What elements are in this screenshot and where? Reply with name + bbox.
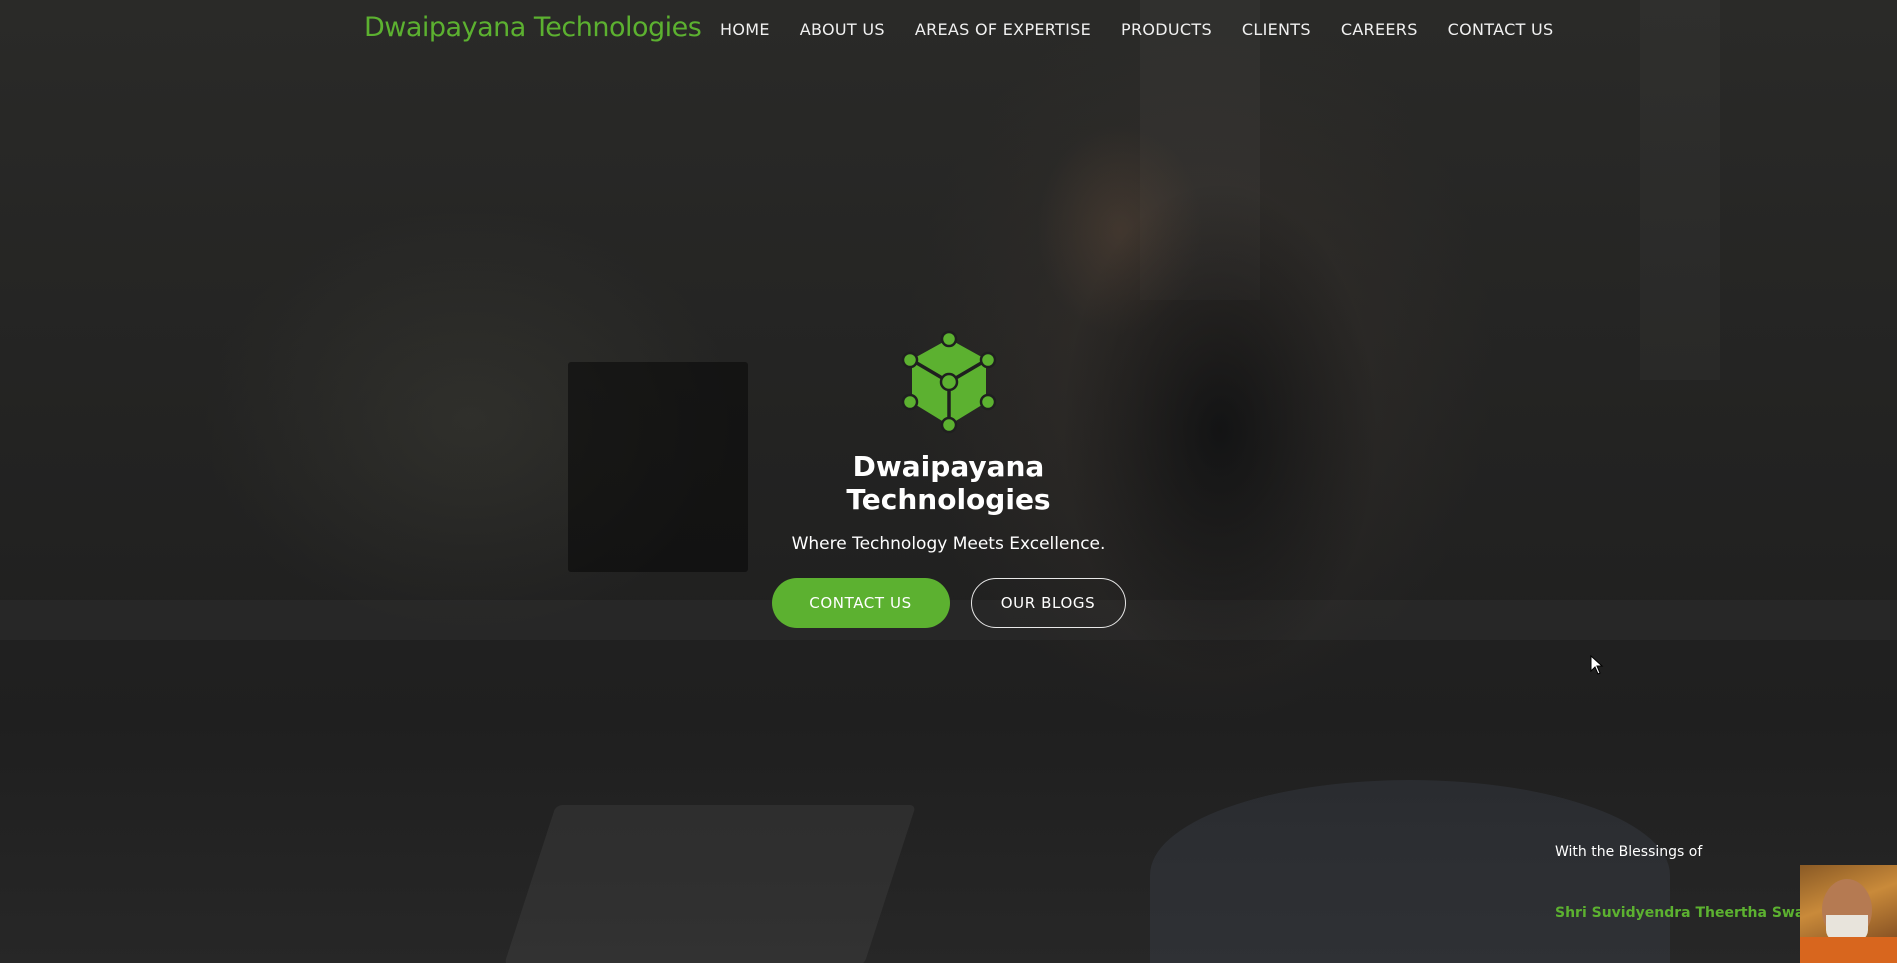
blessing-name: Shri Suvidyendra Theertha Swamiji: [1555, 905, 1834, 921]
hero-title: Dwaipayana Technologies: [846, 450, 1051, 516]
brand-logo-link[interactable]: Dwaipayana Technologies: [364, 12, 702, 43]
nav-careers[interactable]: CAREERS: [1341, 20, 1418, 39]
photo-robe: [1800, 937, 1897, 963]
mouse-cursor-icon: [1590, 655, 1604, 675]
navbar: Dwaipayana Technologies HOME ABOUT US AR…: [0, 0, 1897, 58]
nav-home[interactable]: HOME: [720, 20, 770, 39]
background-person-legs: [1150, 780, 1670, 963]
hero-section: Dwaipayana Technologies HOME ABOUT US AR…: [0, 0, 1897, 963]
blessing-label: With the Blessings of: [1555, 844, 1703, 860]
swamiji-photo: [1800, 865, 1897, 963]
nav-clients[interactable]: CLIENTS: [1242, 20, 1311, 39]
background-laptop: [504, 805, 916, 963]
our-blogs-button[interactable]: OUR BLOGS: [970, 578, 1126, 628]
nav-links: HOME ABOUT US AREAS OF EXPERTISE PRODUCT…: [720, 20, 1554, 39]
hero-buttons: CONTACT US OUR BLOGS: [771, 578, 1126, 628]
nav-contact-us[interactable]: CONTACT US: [1448, 20, 1554, 39]
hero-tagline: Where Technology Meets Excellence.: [791, 534, 1106, 554]
contact-us-button[interactable]: CONTACT US: [771, 578, 950, 628]
cube-network-icon: [901, 330, 996, 434]
hero-content: Dwaipayana Technologies Where Technology…: [0, 330, 1897, 628]
nav-about-us[interactable]: ABOUT US: [800, 20, 885, 39]
nav-products[interactable]: PRODUCTS: [1121, 20, 1212, 39]
nav-areas-of-expertise[interactable]: AREAS OF EXPERTISE: [915, 20, 1091, 39]
